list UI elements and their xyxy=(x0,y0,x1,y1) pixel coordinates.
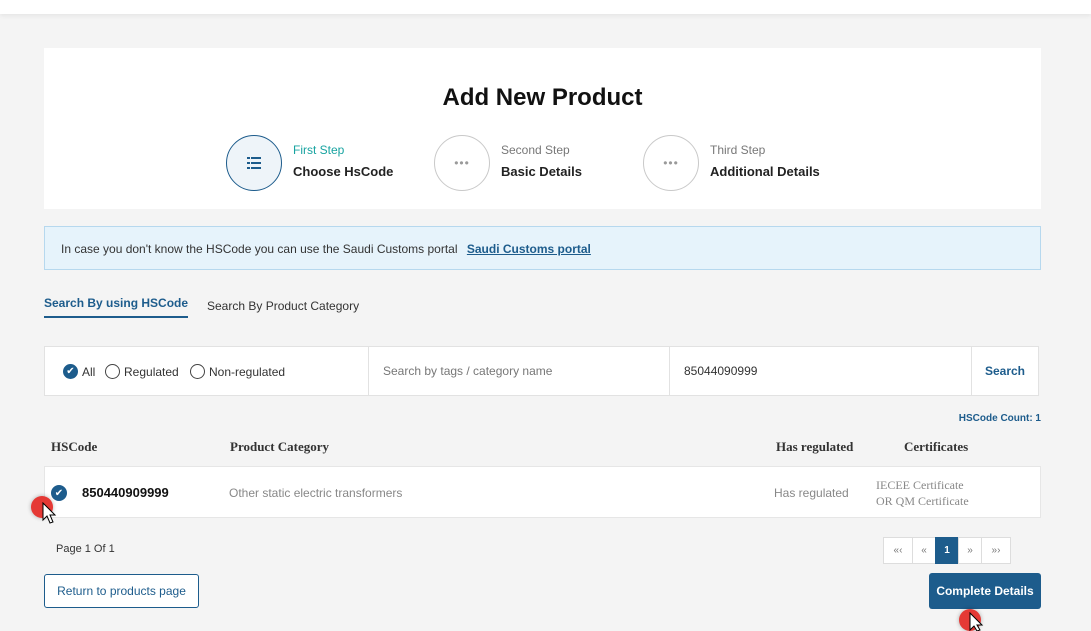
ellipsis-icon: ••• xyxy=(643,135,699,191)
prev-page-button[interactable]: « xyxy=(912,537,936,564)
radio-circle-icon xyxy=(105,364,120,379)
row-category: Other static electric transformers xyxy=(229,486,403,500)
row-hscode: 850440909999 xyxy=(82,485,169,500)
page-button-current[interactable]: 1 xyxy=(935,537,959,564)
radio-all[interactable]: ✔ All xyxy=(63,364,95,379)
radio-label: All xyxy=(82,364,96,379)
hscode-search-cell xyxy=(670,347,972,395)
radio-circle-icon xyxy=(190,364,205,379)
row-certificates: IECEE Certificate OR QM Certificate xyxy=(876,477,969,509)
tags-search-cell xyxy=(369,347,670,395)
tags-search-input[interactable] xyxy=(383,361,653,381)
table-row[interactable]: ✔ 850440909999 Other static electric tra… xyxy=(44,466,1041,518)
saudi-customs-link[interactable]: Saudi Customs portal xyxy=(467,242,591,256)
top-bar xyxy=(0,0,1091,14)
column-header-certificates: Certificates xyxy=(904,439,969,454)
certificate-line: OR QM Certificate xyxy=(876,494,969,508)
ellipsis-icon: ••• xyxy=(434,135,490,191)
check-icon: ✔ xyxy=(63,364,78,379)
mouse-cursor-icon xyxy=(969,612,984,631)
first-page-button[interactable]: «‹ xyxy=(883,537,913,564)
last-page-button[interactable]: »› xyxy=(981,537,1011,564)
column-header-regulated: Has regulated xyxy=(776,439,854,454)
info-banner: In case you don't know the HSCode you ca… xyxy=(44,226,1041,270)
page-title: Add New Product xyxy=(442,84,643,111)
tab-search-category[interactable]: Search By Product Category xyxy=(207,299,359,313)
return-to-products-button[interactable]: Return to products page xyxy=(44,574,199,608)
radio-regulated[interactable]: Regulated xyxy=(105,364,179,379)
tab-search-hscode[interactable]: Search By using HSCode xyxy=(44,296,189,318)
banner-text: In case you don't know the HSCode you ca… xyxy=(61,242,458,256)
filter-group: ✔ All Regulated Non-regulated xyxy=(45,347,369,395)
step-name: Additional Details xyxy=(710,164,820,179)
step-number: Third Step xyxy=(710,143,766,157)
radio-label: Regulated xyxy=(124,364,179,379)
page-info: Page 1 Of 1 xyxy=(56,543,115,555)
header-card: Add New Product First Step Choose HsCode… xyxy=(44,48,1041,209)
step-number: First Step xyxy=(293,143,345,157)
column-header-category: Product Category xyxy=(230,439,330,454)
complete-details-button[interactable]: Complete Details xyxy=(929,573,1041,609)
certificate-line: IECEE Certificate xyxy=(876,478,964,492)
list-icon xyxy=(226,135,282,191)
step-number: Second Step xyxy=(501,143,570,157)
radio-label: Non-regulated xyxy=(209,364,286,379)
pagination: «‹ « 1 » »› xyxy=(883,537,1011,564)
radio-non-regulated[interactable]: Non-regulated xyxy=(190,364,285,379)
mouse-cursor-icon xyxy=(42,502,57,524)
search-bar: ✔ All Regulated Non-regulated Search xyxy=(44,346,1039,396)
hscode-count: HSCode Count: 1 xyxy=(958,413,1041,424)
step-name: Choose HsCode xyxy=(293,164,394,179)
step-name: Basic Details xyxy=(501,164,582,179)
hscode-search-input[interactable] xyxy=(684,361,954,381)
search-button[interactable]: Search xyxy=(972,347,1038,395)
row-regulated: Has regulated xyxy=(774,486,849,500)
column-header-hscode: HSCode xyxy=(51,439,98,454)
search-button-cell: Search xyxy=(972,347,1038,395)
row-select-check-icon[interactable]: ✔ xyxy=(51,485,67,501)
next-page-button[interactable]: » xyxy=(958,537,982,564)
